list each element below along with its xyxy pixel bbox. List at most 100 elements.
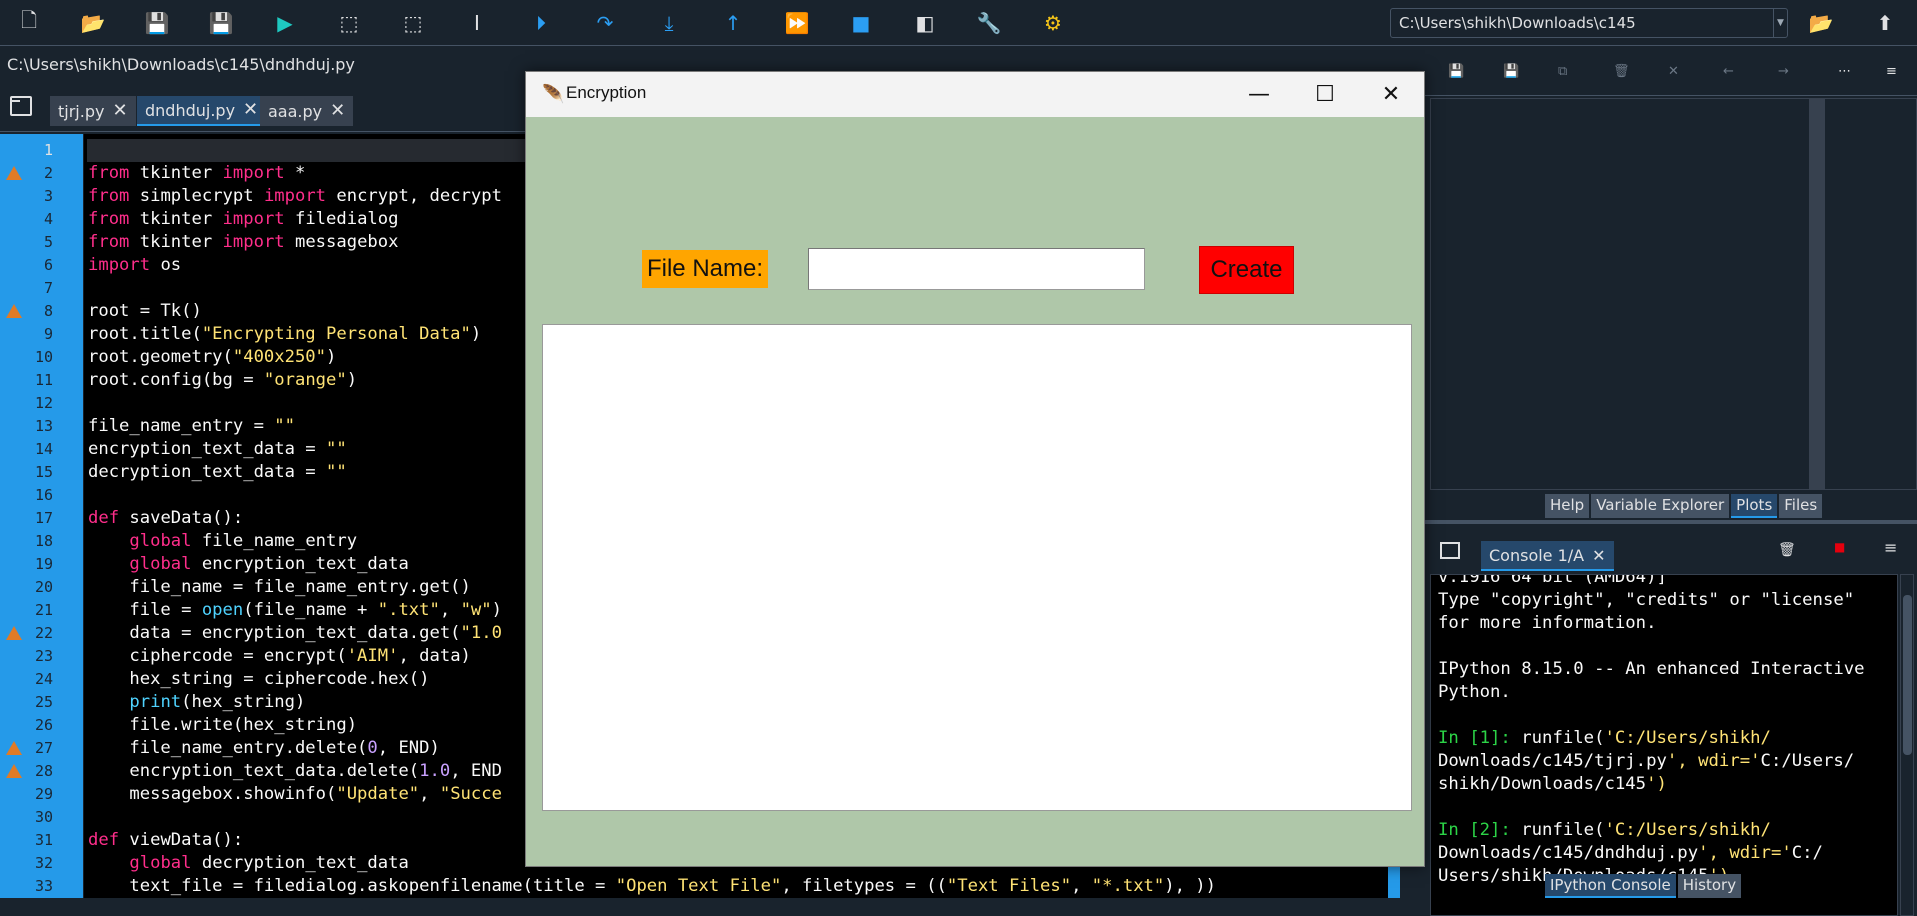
previous-icon[interactable]: ← — [1723, 64, 1734, 79]
run-selection-icon[interactable]: I — [462, 8, 492, 38]
window-titlebar[interactable]: 🪶 Encryption — ☐ ✕ — [526, 72, 1424, 117]
close-icon[interactable]: ✕ — [1592, 546, 1605, 565]
pane-splitter[interactable] — [1418, 520, 1917, 524]
encryption-window: 🪶 Encryption — ☐ ✕ File Name: Create — [525, 71, 1425, 867]
line-number: 16 — [34, 486, 53, 504]
code-line: encryption_text_data.delete(1.0, END — [88, 761, 502, 781]
code-line: decryption_text_data = "" — [88, 462, 347, 482]
pane-tab-bar: Help Variable Explorer Plots Files — [1545, 494, 1823, 518]
console-tab-list-icon[interactable] — [1440, 542, 1460, 559]
hamburger-menu-icon[interactable]: ≡ — [1884, 538, 1897, 557]
save-all-icon[interactable]: 💾 — [206, 8, 236, 38]
debug-icon[interactable]: ⏵ — [526, 8, 556, 38]
plots-canvas — [1430, 98, 1810, 490]
close-icon[interactable]: ✕ — [243, 101, 258, 119]
main-toolbar: 🗋 📂 💾 💾 ▶ ⬚ ⬚ I ⏵ ↷ ⤓ ↑ ⏩ ■ ◧ 🔧 ⚙ C:\Use… — [0, 0, 1917, 46]
save-all-plots-icon[interactable]: 💾 — [1503, 64, 1519, 79]
tab-files[interactable]: Files — [1779, 494, 1823, 518]
maximize-pane-icon[interactable]: ◧ — [910, 8, 940, 38]
line-number: 31 — [34, 831, 53, 849]
warning-icon[interactable] — [6, 626, 22, 640]
more-icon[interactable]: ⋯ — [1838, 64, 1851, 79]
stop-kernel-icon[interactable]: ■ — [1834, 540, 1845, 554]
browse-folder-icon[interactable]: 📂 — [1806, 8, 1836, 38]
file-name-entry[interactable] — [808, 248, 1145, 290]
close-icon[interactable]: ✕ — [112, 102, 127, 120]
run-icon[interactable]: ▶ — [270, 8, 300, 38]
step-into-icon[interactable]: ⤓ — [654, 8, 684, 38]
line-number: 7 — [43, 279, 53, 297]
trash-icon[interactable]: 🗑 — [1613, 64, 1630, 79]
open-file-icon[interactable]: 📂 — [78, 8, 108, 38]
copy-icon[interactable]: ⧉ — [1558, 64, 1567, 79]
warning-icon[interactable] — [6, 741, 22, 755]
create-button[interactable]: Create — [1199, 246, 1294, 294]
console-tab[interactable]: Console 1/A ✕ — [1481, 541, 1614, 571]
console-scrollbar[interactable] — [1900, 574, 1914, 916]
python-path-icon[interactable]: ⚙ — [1038, 8, 1068, 38]
line-number: 24 — [34, 670, 53, 688]
minimize-icon[interactable]: — — [1226, 72, 1292, 117]
code-line: data = encryption_text_data.get("1.0 — [88, 623, 502, 643]
plots-toolbar: 💾 💾 ⧉ 🗑 ✕ ← → ⋯ ≡ — [1418, 46, 1917, 96]
ipython-console-output[interactable]: v.1916 64 bit (AMD64)] Type "copyright", … — [1430, 574, 1898, 916]
warning-icon[interactable] — [6, 166, 22, 180]
line-number: 33 — [34, 877, 53, 895]
line-number: 25 — [34, 693, 53, 711]
save-plot-icon[interactable]: 💾 — [1448, 64, 1464, 79]
working-directory-combo[interactable]: C:\Users\shikh\Downloads\c145 ▼ — [1390, 8, 1788, 38]
tab-ipython-console[interactable]: IPython Console — [1545, 874, 1676, 898]
run-cell-icon[interactable]: ⬚ — [334, 8, 364, 38]
next-icon[interactable]: → — [1778, 64, 1789, 79]
code-line: file = open(file_name + ".txt", "w") — [88, 600, 502, 620]
code-line: import os — [88, 255, 182, 275]
line-number: 17 — [34, 509, 53, 527]
tab-dndhduj[interactable]: dndhduj.py ✕ — [137, 96, 267, 126]
line-number: 6 — [43, 256, 53, 274]
console-header: Console 1/A ✕ 🗑 ■ ≡ — [1418, 528, 1917, 574]
line-number: 3 — [43, 187, 53, 205]
console-line: In [1]: runfile('C:/Users/shikh/ — [1438, 728, 1771, 748]
hamburger-menu-icon[interactable]: ≡ — [1886, 64, 1897, 79]
trash-icon[interactable]: 🗑 — [1778, 542, 1796, 558]
close-icon[interactable]: ✕ — [1358, 72, 1424, 117]
file-name-label: File Name: — [642, 250, 768, 288]
parent-directory-icon[interactable]: ⬆ — [1870, 8, 1900, 38]
chevron-down-icon[interactable]: ▼ — [1773, 9, 1787, 37]
tab-history[interactable]: History — [1677, 874, 1742, 898]
step-icon[interactable]: ↷ — [590, 8, 620, 38]
console-line: Downloads/c145/dndhduj.py', wdir='C:/ — [1438, 843, 1823, 863]
maximize-icon[interactable]: ☐ — [1292, 72, 1358, 117]
tab-plots[interactable]: Plots — [1731, 494, 1778, 518]
line-number: 23 — [34, 647, 53, 665]
code-line: file_name_entry.delete(0, END) — [88, 738, 440, 758]
preferences-icon[interactable]: 🔧 — [974, 8, 1004, 38]
tab-list-icon[interactable] — [10, 96, 32, 116]
line-number: 15 — [34, 463, 53, 481]
code-line: root = Tk() — [88, 301, 202, 321]
new-file-icon[interactable]: 🗋 — [14, 8, 44, 38]
tab-help[interactable]: Help — [1545, 494, 1590, 518]
run-cell-advance-icon[interactable]: ⬚ — [398, 8, 428, 38]
tab-label: dndhduj.py — [145, 100, 236, 120]
scroll-thumb[interactable] — [1903, 595, 1912, 755]
close-all-icon[interactable]: ✕ — [1668, 64, 1679, 79]
save-icon[interactable]: 💾 — [142, 8, 172, 38]
line-number-gutter: 1 2 3 4 5 6 7 8 9 10 11 12 13 14 15 16 17 18 19 20 21 22 23 24 2… — [0, 134, 83, 898]
plots-splitter[interactable] — [1810, 98, 1824, 490]
tab-tjrj[interactable]: tjrj.py ✕ — [50, 96, 136, 126]
warning-icon[interactable] — [6, 764, 22, 778]
tab-variable-explorer[interactable]: Variable Explorer — [1591, 494, 1730, 518]
stop-icon[interactable]: ■ — [846, 8, 876, 38]
continue-icon[interactable]: ⏩ — [782, 8, 812, 38]
line-number: 13 — [34, 417, 53, 435]
tab-aaa[interactable]: aaa.py ✕ — [260, 96, 354, 126]
line-number: 32 — [34, 854, 53, 872]
warning-icon[interactable] — [6, 304, 22, 318]
line-number: 30 — [34, 808, 53, 826]
close-icon[interactable]: ✕ — [330, 102, 345, 120]
code-line: from simplecrypt import encrypt, decrypt — [88, 186, 502, 206]
editor-scrollbar[interactable] — [1388, 866, 1400, 898]
step-return-icon[interactable]: ↑ — [718, 8, 748, 38]
encryption-text-area[interactable] — [542, 324, 1412, 811]
